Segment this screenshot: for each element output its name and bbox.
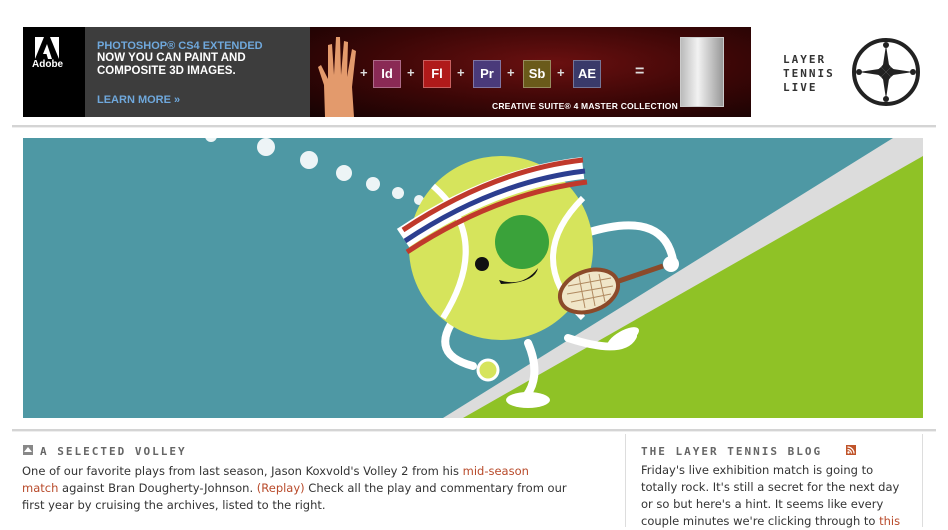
adobe-logo[interactable]: Adobe <box>23 27 85 117</box>
mid-season-match-link[interactable]: match <box>22 481 58 495</box>
tennis-ball-mascot-image <box>23 138 923 418</box>
body-text: first year by cruising the archives, lis… <box>22 498 326 512</box>
site-title-line: LIVE <box>783 81 818 94</box>
soundbooth-icon: Sb <box>523 60 551 88</box>
body-text: Friday's live exhibition match is going … <box>641 463 874 477</box>
blog-link[interactable]: this <box>879 514 900 528</box>
replay-link[interactable]: (Replay) <box>257 481 305 495</box>
product-box-image <box>680 37 724 107</box>
premiere-icon: Pr <box>473 60 501 88</box>
ad-product-name: PHOTOSHOP® CS4 EXTENDED <box>97 40 263 52</box>
blog-excerpt: Friday's live exhibition match is going … <box>641 462 921 530</box>
divider <box>12 125 936 128</box>
blog-section: THE LAYER TENNIS BLOG Friday's live exhi… <box>626 434 923 530</box>
ad-headline: NOW YOU CAN PAINT AND COMPOSITE 3D IMAGE… <box>97 52 246 77</box>
body-text: couple minutes we're clicking through to <box>641 514 880 528</box>
body-text: against Bran Dougherty-Johnson. <box>58 481 257 495</box>
site-title[interactable]: LAYER TENNIS LIVE <box>783 53 853 95</box>
body-text: One of our favorite plays from last seas… <box>22 464 463 478</box>
compass-star-icon[interactable] <box>851 37 921 107</box>
rss-icon[interactable] <box>846 445 856 455</box>
flash-icon: Fl <box>423 60 451 88</box>
after-effects-icon: AE <box>573 60 601 88</box>
collapse-icon[interactable] <box>23 445 33 455</box>
body-text: Check all the play and commentary from o… <box>304 481 567 495</box>
blog-heading[interactable]: THE LAYER TENNIS BLOG <box>641 445 822 458</box>
learn-more-link[interactable]: LEARN MORE » <box>97 94 180 106</box>
ad-banner[interactable]: Adobe PHOTOSHOP® CS4 EXTENDED NOW YOU CA… <box>23 27 751 117</box>
adobe-wordmark: Adobe <box>32 59 64 70</box>
body-text: totally rock. It's still a secret for th… <box>641 480 900 494</box>
section-heading: A SELECTED VOLLEY <box>40 445 187 458</box>
suite-tagline: CREATIVE SUITE® 4 MASTER COLLECTION <box>492 101 678 111</box>
ad-artwork: + Id + Fl + Pr + Sb + AE = CREATIVE SUIT… <box>310 27 751 117</box>
divider <box>12 429 936 432</box>
ad-copy: PHOTOSHOP® CS4 EXTENDED NOW YOU CAN PAIN… <box>85 27 311 117</box>
mid-season-match-link[interactable]: mid-season <box>463 464 529 478</box>
indesign-icon: Id <box>373 60 401 88</box>
selected-volley-section: A SELECTED VOLLEY One of our favorite pl… <box>12 434 626 527</box>
site-title-line: LAYER <box>783 53 827 66</box>
volley-description: One of our favorite plays from last seas… <box>22 463 622 514</box>
hero-illustration[interactable] <box>23 138 923 418</box>
adobe-a-icon <box>35 37 59 59</box>
body-text: or so but here's a hint. It seems like e… <box>641 497 884 511</box>
site-title-line: TENNIS <box>783 67 835 80</box>
